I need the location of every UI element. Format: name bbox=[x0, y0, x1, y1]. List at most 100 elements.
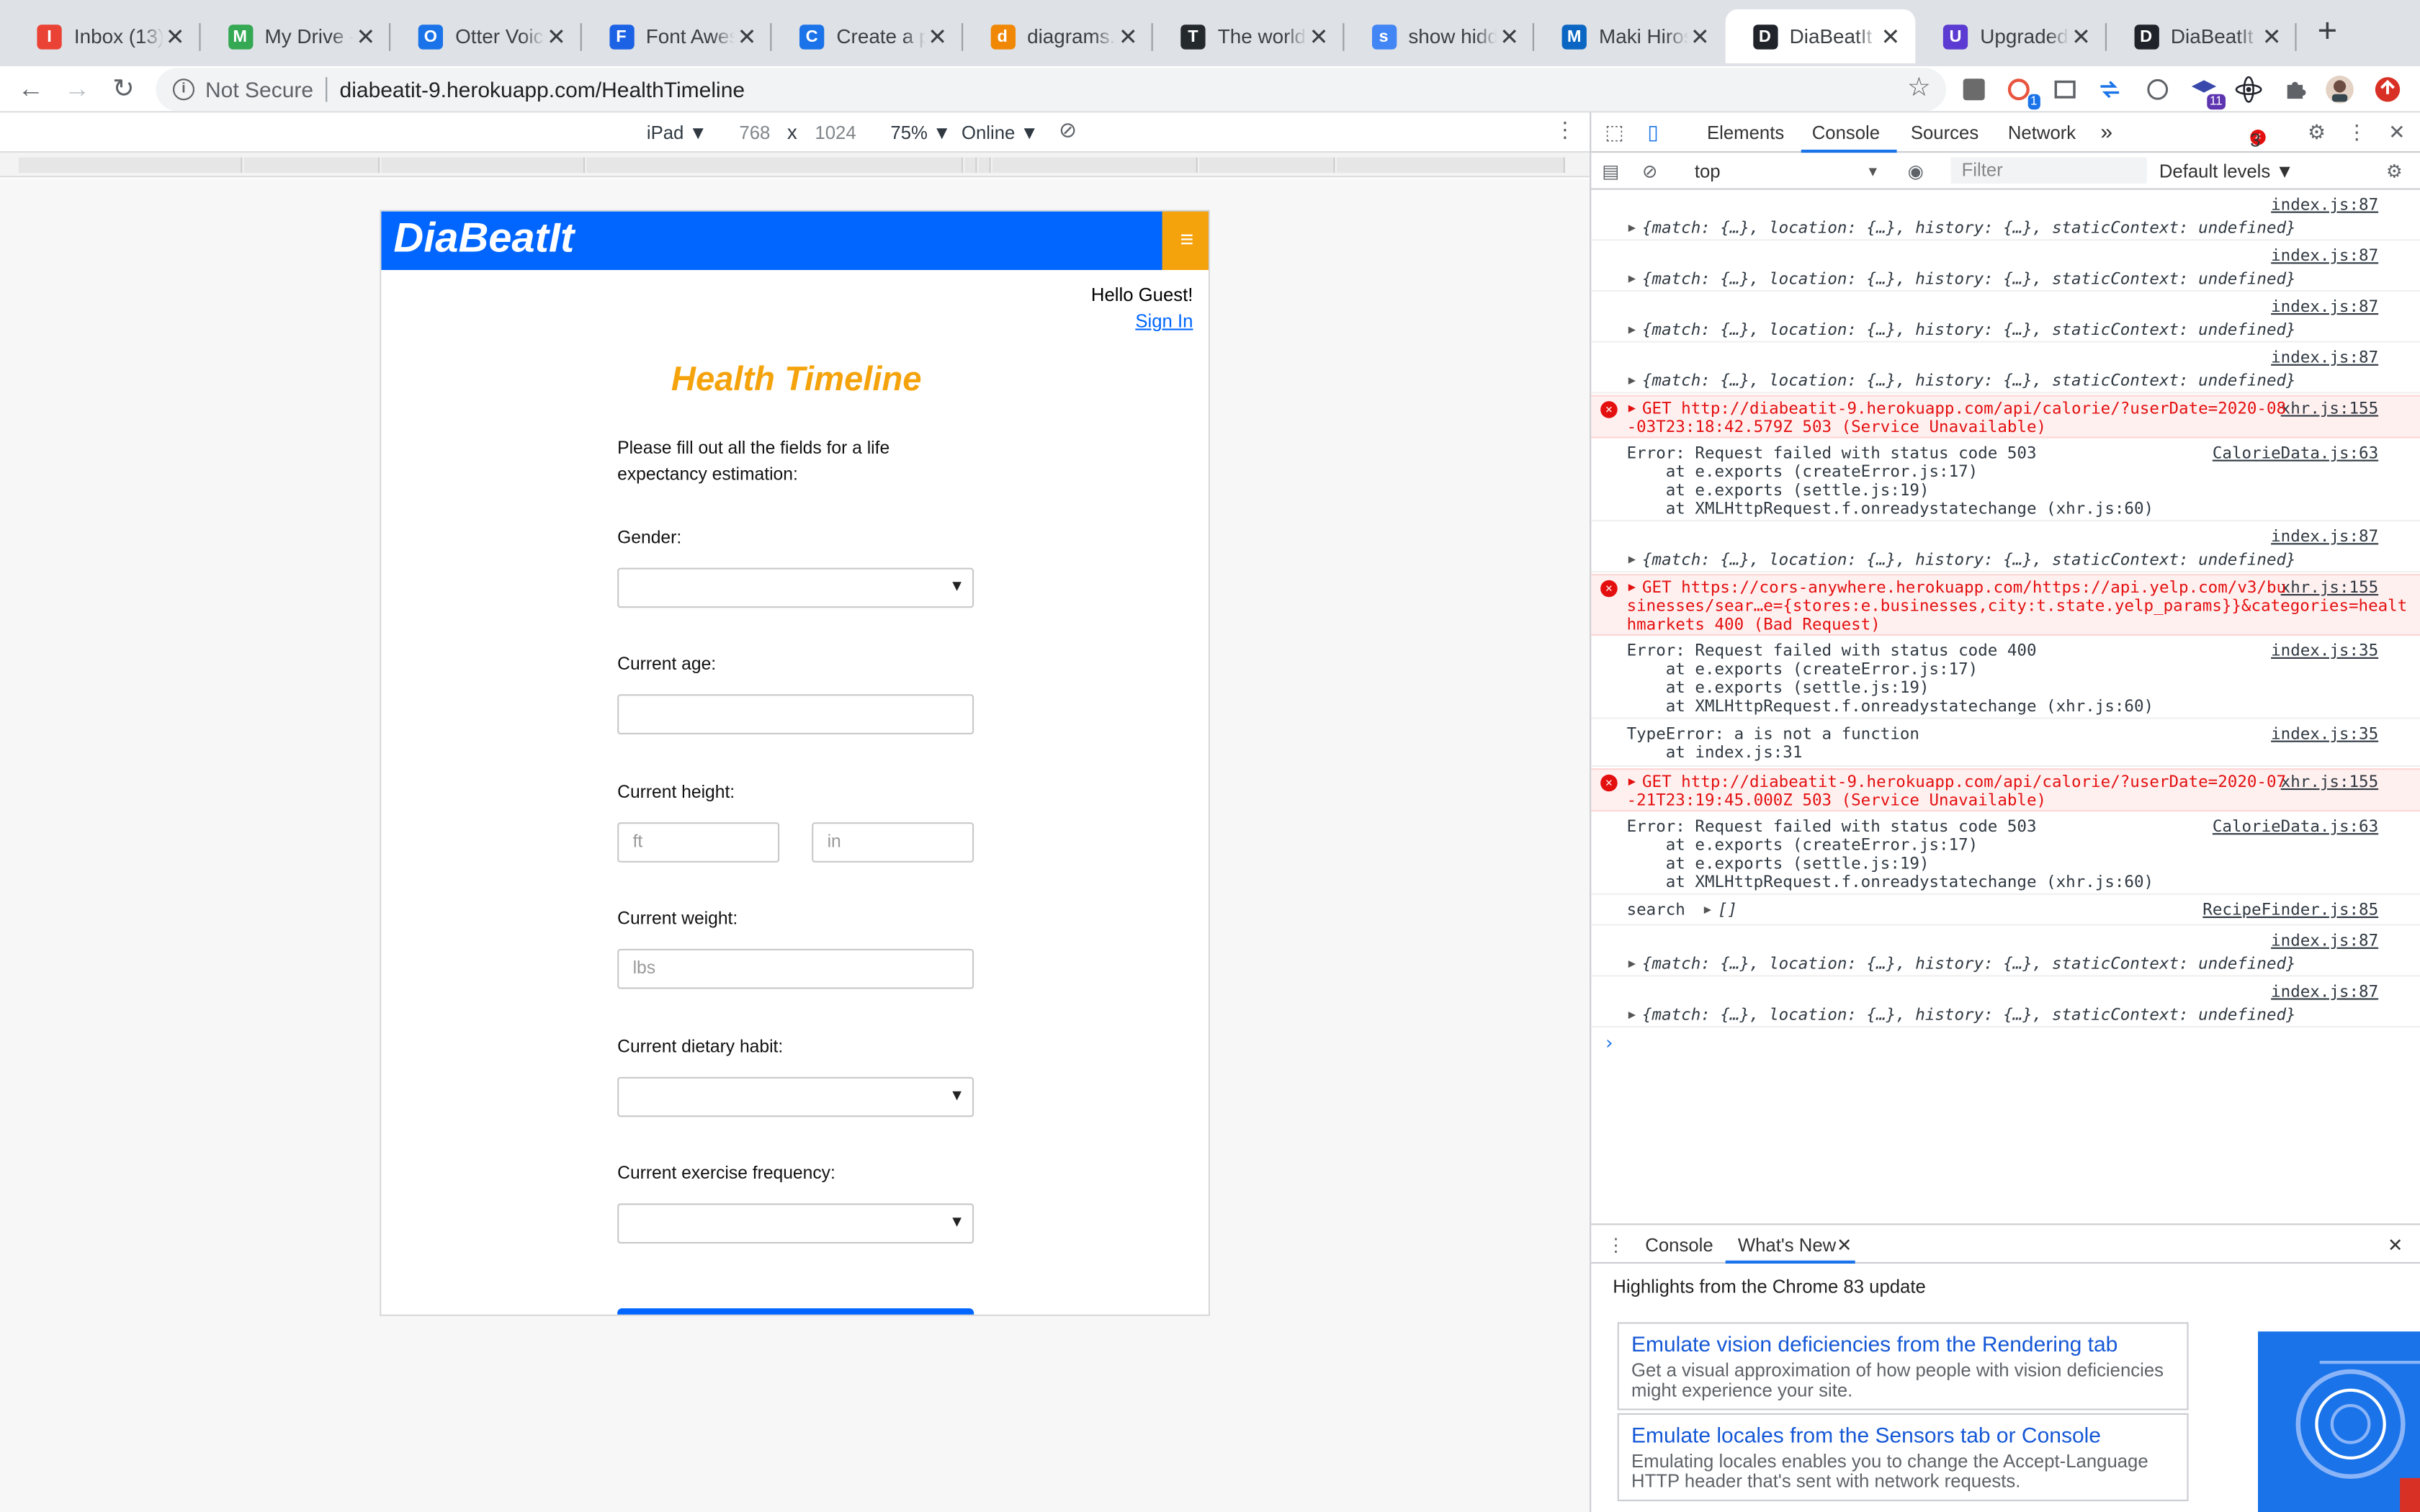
console-log[interactable]: index.js:87 ▶ {match: {…}, location: {…}… bbox=[1591, 242, 2420, 292]
hamburger-menu-icon[interactable]: ≡ bbox=[1162, 211, 1209, 270]
app-brand[interactable]: DiaBeatIt bbox=[393, 215, 574, 262]
source-link[interactable]: xhr.js:155 bbox=[2281, 579, 2378, 598]
close-tab-icon[interactable]: ✕ bbox=[735, 22, 759, 50]
eye-icon[interactable]: ◉ bbox=[1908, 161, 1924, 182]
console-log[interactable]: RecipeFinder.js:85 search ▶ [] bbox=[1591, 896, 2420, 926]
forward-icon[interactable]: → bbox=[58, 71, 95, 108]
sidebar-toggle-icon[interactable]: ▤ bbox=[1602, 161, 1619, 182]
extension-icon[interactable]: 1 bbox=[2003, 74, 2040, 110]
browser-tab[interactable]: d diagrams.ne✕ bbox=[962, 9, 1153, 63]
console-log[interactable]: index.js:87 ▶ {match: {…}, location: {…}… bbox=[1591, 192, 2420, 241]
expand-triangle-icon[interactable]: ▶ bbox=[1628, 271, 1636, 285]
drawer-tab-console[interactable]: Console bbox=[1645, 1234, 1713, 1256]
browser-tab[interactable]: D DiaBeatIt ✕ bbox=[1724, 9, 1916, 63]
settings-gear-icon[interactable]: ⚙ bbox=[2304, 120, 2329, 145]
device-width[interactable]: 768 bbox=[739, 122, 770, 143]
source-link[interactable]: CalorieData.js:63 bbox=[2213, 444, 2378, 463]
browser-tab[interactable]: U Upgraded - ✕ bbox=[1915, 9, 2106, 63]
drawer-tab-whats-new[interactable]: What's New bbox=[1738, 1234, 1836, 1256]
graduation-cap-icon[interactable]: 11 bbox=[2189, 74, 2226, 110]
devtools-menu-icon[interactable]: ⋮ bbox=[2344, 120, 2369, 145]
height-ft-input[interactable]: ft bbox=[617, 822, 780, 863]
rotate-icon[interactable]: ⊘ bbox=[1059, 117, 1077, 143]
tab-sources[interactable]: Sources bbox=[1911, 122, 1978, 143]
expand-triangle-icon[interactable]: ▶ bbox=[1628, 1007, 1636, 1021]
console-log[interactable]: index.js:87 ▶ {match: {…}, location: {…}… bbox=[1591, 978, 2420, 1028]
console-log[interactable]: index.js:87 ▶ {match: {…}, location: {…}… bbox=[1591, 293, 2420, 343]
clear-console-icon[interactable]: ⊘ bbox=[1642, 161, 1658, 182]
inspect-element-icon[interactable]: ⬚ bbox=[1602, 120, 1626, 145]
puzzle-icon[interactable] bbox=[2280, 74, 2311, 105]
diet-select[interactable]: ▼ bbox=[617, 1076, 974, 1117]
browser-tab[interactable]: F Font Aweso✕ bbox=[581, 9, 772, 63]
extension-icon[interactable] bbox=[2094, 74, 2125, 105]
close-tab-icon[interactable]: ✕ bbox=[544, 22, 568, 50]
source-link[interactable]: index.js:87 bbox=[2271, 932, 2378, 950]
source-link[interactable]: index.js:87 bbox=[2271, 298, 2378, 317]
console-settings-gear-icon[interactable]: ⚙ bbox=[2386, 161, 2403, 182]
source-link[interactable]: index.js:35 bbox=[2271, 642, 2378, 660]
browser-tab[interactable]: O Otter Voice✕ bbox=[390, 9, 581, 63]
console-filter-input[interactable]: Filter bbox=[1950, 157, 2147, 184]
log-levels-select[interactable]: Default levels ▼ bbox=[2159, 161, 2294, 182]
source-link[interactable]: index.js:87 bbox=[2271, 528, 2378, 546]
feature-card[interactable]: Emulate locales from the Sensors tab or … bbox=[1617, 1413, 2189, 1501]
device-height[interactable]: 1024 bbox=[815, 122, 856, 143]
close-tab-icon[interactable]: ✕ bbox=[2259, 22, 2284, 50]
extension-icon[interactable] bbox=[1958, 74, 1989, 105]
close-tab-icon[interactable]: ✕ bbox=[163, 22, 187, 50]
sign-in-link[interactable]: Sign In bbox=[1135, 310, 1193, 332]
feature-title[interactable]: Emulate vision deficiencies from the Ren… bbox=[1631, 1331, 2174, 1356]
gender-select[interactable]: ▼ bbox=[617, 567, 974, 608]
console-error-stack[interactable]: CalorieData.js:63 Error: Request failed … bbox=[1591, 440, 2420, 522]
close-tab-icon[interactable]: ✕ bbox=[1307, 22, 1331, 50]
browser-tab[interactable]: C Create a pa✕ bbox=[771, 9, 963, 63]
drawer-menu-icon[interactable]: ⋮ bbox=[1607, 1234, 1626, 1256]
reload-icon[interactable]: ↻ bbox=[105, 71, 142, 108]
close-devtools-icon[interactable]: ✕ bbox=[2385, 120, 2409, 145]
browser-tab[interactable]: T The world's✕ bbox=[1153, 9, 1344, 63]
expand-triangle-icon[interactable]: ▶ bbox=[1628, 580, 1636, 594]
console-error[interactable]: × xhr.js:155 ▶ GET https://cors-anywhere… bbox=[1591, 574, 2420, 636]
browser-tab[interactable]: I Inbox (13) - ✕ bbox=[9, 9, 200, 63]
browser-tab[interactable]: M My Drive - G✕ bbox=[200, 9, 391, 63]
tab-network[interactable]: Network bbox=[2008, 122, 2076, 143]
screenshot-icon[interactable] bbox=[2050, 74, 2081, 105]
source-link[interactable]: CalorieData.js:63 bbox=[2213, 818, 2378, 837]
expand-triangle-icon[interactable]: ▶ bbox=[1628, 775, 1636, 788]
zoom-select[interactable]: 75% ▼ bbox=[890, 122, 951, 143]
console-prompt-icon[interactable]: › bbox=[1603, 1032, 1615, 1054]
tab-console[interactable]: Console bbox=[1812, 122, 1880, 143]
console-error-stack[interactable]: index.js:35 TypeError: a is not a functi… bbox=[1591, 721, 2420, 767]
submit-button[interactable] bbox=[617, 1308, 974, 1315]
expand-triangle-icon[interactable]: ▶ bbox=[1628, 220, 1636, 234]
new-tab-button[interactable]: + bbox=[2311, 13, 2344, 49]
device-toggle-icon[interactable]: ▯ bbox=[1641, 120, 1665, 145]
source-link[interactable]: index.js:87 bbox=[2271, 348, 2378, 367]
height-in-input[interactable]: in bbox=[812, 822, 974, 863]
source-link[interactable]: xhr.js:155 bbox=[2281, 400, 2378, 418]
console-log[interactable]: index.js:87 ▶ {match: {…}, location: {…}… bbox=[1591, 344, 2420, 394]
expand-triangle-icon[interactable]: ▶ bbox=[1704, 903, 1711, 917]
network-throttle-select[interactable]: Online ▼ bbox=[962, 122, 1039, 143]
console-error-stack[interactable]: index.js:35 Error: Request failed with s… bbox=[1591, 637, 2420, 719]
console-error-stack[interactable]: CalorieData.js:63 Error: Request failed … bbox=[1591, 813, 2420, 895]
address-bar[interactable]: i Not Secure diabeatit-9.herokuapp.com/H… bbox=[156, 68, 1947, 112]
tab-elements[interactable]: Elements bbox=[1707, 122, 1784, 143]
feature-card[interactable]: Emulate vision deficiencies from the Ren… bbox=[1617, 1322, 2189, 1410]
close-tab-icon[interactable]: ✕ bbox=[2069, 22, 2094, 50]
expand-triangle-icon[interactable]: ▶ bbox=[1628, 401, 1636, 415]
source-link[interactable]: index.js:35 bbox=[2271, 725, 2378, 744]
source-link[interactable]: index.js:87 bbox=[2271, 247, 2378, 266]
media-query-ruler[interactable] bbox=[0, 153, 1590, 178]
close-tab-icon[interactable]: ✕ bbox=[354, 22, 378, 50]
close-tab-icon[interactable]: ✕ bbox=[926, 22, 950, 50]
console-error[interactable]: × xhr.js:155 ▶ GET http://diabeatit-9.he… bbox=[1591, 768, 2420, 812]
react-devtools-icon[interactable] bbox=[2233, 74, 2264, 105]
exercise-select[interactable]: ▼ bbox=[617, 1203, 974, 1244]
close-tab-icon[interactable]: ✕ bbox=[1878, 22, 1903, 50]
age-input[interactable] bbox=[617, 694, 974, 734]
browser-tab[interactable]: D DiaBeatIt ✕ bbox=[2106, 9, 2297, 63]
console-error[interactable]: × xhr.js:155 ▶ GET http://diabeatit-9.he… bbox=[1591, 395, 2420, 438]
expand-triangle-icon[interactable]: ▶ bbox=[1628, 552, 1636, 566]
